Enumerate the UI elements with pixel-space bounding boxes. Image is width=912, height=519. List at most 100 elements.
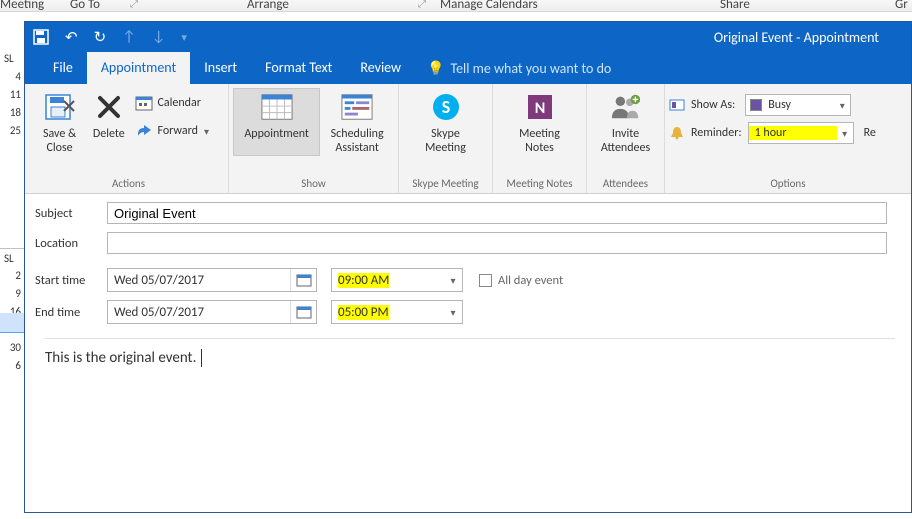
svg-text:S: S (441, 96, 450, 118)
chevron-down-icon: ▾ (202, 125, 209, 138)
group-show: Appointment Scheduling Assistant Show (229, 84, 399, 193)
chevron-down-icon: ▾ (834, 99, 850, 112)
bg-tab-gr[interactable]: Gr (895, 0, 908, 12)
strip-cell[interactable]: 25 (0, 122, 24, 140)
group-actions: Save & Close Delete Calendar (29, 84, 229, 193)
calendar-icon[interactable] (290, 301, 316, 323)
forward-icon (135, 122, 153, 140)
bg-tab-manage[interactable]: Manage Calendars (440, 0, 538, 12)
bg-tab-share[interactable]: Share (720, 0, 750, 12)
calendar-button[interactable]: Calendar (131, 90, 224, 116)
start-date-value: Wed 05/07/2017 (108, 273, 290, 288)
body-text: This is the original event. (45, 349, 196, 367)
lightbulb-icon: 💡 (427, 60, 444, 77)
delete-button[interactable]: Delete (86, 88, 131, 142)
calendar-icon (135, 94, 153, 112)
delete-icon (93, 91, 125, 123)
undo-icon[interactable]: ↶ (65, 28, 78, 47)
strip-cell[interactable]: 2 (0, 267, 24, 285)
calendar-icon[interactable] (290, 269, 316, 291)
appointment-form: Subject Location Start time Wed 05/07/20… (25, 194, 911, 367)
svg-text:N: N (534, 99, 545, 118)
ribbon: Save & Close Delete Calendar (25, 84, 911, 194)
location-input[interactable] (107, 232, 887, 254)
background-ribbon-strip: Meeting Go To ⤢ Arrange ⤢ Manage Calenda… (0, 0, 912, 12)
start-time-value: 09:00 AM (338, 273, 389, 288)
schedule-icon (341, 91, 373, 123)
show-as-value: Busy (762, 98, 834, 112)
busy-swatch-icon (750, 99, 762, 111)
people-add-icon (610, 91, 642, 123)
body-editor[interactable]: This is the original event. (45, 338, 895, 367)
appointment-button[interactable]: Appointment (233, 88, 320, 156)
chevron-down-icon: ▾ (444, 274, 462, 287)
show-as-dropdown[interactable]: Busy ▾ (745, 94, 851, 116)
skype-meeting-button[interactable]: S Skype Meeting (405, 88, 487, 156)
bg-expander-icon[interactable]: ⤢ (418, 0, 426, 10)
subject-label: Subject (35, 206, 107, 221)
strip-cell[interactable]: 30 (0, 339, 24, 357)
end-date-picker[interactable]: Wed 05/07/2017 (107, 300, 317, 324)
meeting-notes-button[interactable]: N Meeting Notes (499, 88, 581, 156)
up-arrow-icon: ↑ (122, 28, 136, 46)
group-caption: Show (233, 175, 394, 193)
tab-file[interactable]: File (39, 52, 87, 84)
window-title: Original Event - Appointment (187, 29, 903, 46)
appointment-window: ↶ ↻ ↑ ↓ ▾ Original Event - Appointment F… (24, 21, 912, 513)
group-caption: Actions (33, 175, 224, 193)
strip-cell[interactable]: 6 (0, 357, 24, 375)
end-date-value: Wed 05/07/2017 (108, 305, 290, 320)
left-calendar-strip: SL 4 11 18 25 SL 2 9 16 23 30 6 (0, 49, 24, 519)
title-bar: ↶ ↻ ↑ ↓ ▾ Original Event - Appointment (25, 22, 911, 52)
subject-input[interactable] (107, 202, 887, 224)
down-arrow-icon: ↓ (152, 28, 166, 46)
strip-cell[interactable]: 18 (0, 104, 24, 122)
show-as-label: Show As: (691, 98, 735, 112)
group-caption: Meeting Notes (497, 175, 582, 193)
start-time-picker[interactable]: 09:00 AM ▾ (331, 268, 463, 292)
group-attendees: Invite Attendees Attendees (587, 84, 665, 193)
group-skype: S Skype Meeting Skype Meeting (399, 84, 493, 193)
all-day-checkbox[interactable]: All day event (479, 273, 563, 288)
save-icon[interactable] (33, 29, 49, 45)
skype-icon: S (430, 91, 462, 123)
tab-insert[interactable]: Insert (190, 52, 251, 84)
end-time-label: End time (35, 305, 107, 320)
save-close-button[interactable]: Save & Close (33, 88, 86, 156)
checkbox-box-icon (479, 274, 492, 287)
chevron-down-icon: ▾ (837, 127, 853, 140)
bg-tab-meeting[interactable]: Meeting (0, 0, 44, 12)
bg-expander-icon[interactable]: ⤢ (130, 0, 138, 10)
strip-selection (0, 313, 24, 333)
calendar-grid-icon (261, 91, 293, 123)
invite-attendees-button[interactable]: Invite Attendees (591, 88, 660, 156)
reminder-label: Reminder: (691, 126, 742, 140)
end-time-value: 05:00 PM (338, 305, 389, 320)
reminder-dropdown[interactable]: 1 hour ▾ (748, 122, 854, 144)
strip-header: SL (0, 49, 24, 68)
tab-format-text[interactable]: Format Text (251, 52, 346, 84)
end-time-picker[interactable]: 05:00 PM ▾ (331, 300, 463, 324)
strip-cell[interactable]: 11 (0, 86, 24, 104)
text-caret (197, 349, 201, 367)
bg-tab-arrange[interactable]: Arrange (247, 0, 289, 12)
start-time-label: Start time (35, 273, 107, 288)
strip-cell[interactable]: 9 (0, 285, 24, 303)
tab-review[interactable]: Review (346, 52, 415, 84)
bg-tab-goto[interactable]: Go To (70, 0, 100, 12)
strip-header: SL (0, 248, 24, 267)
tab-appointment[interactable]: Appointment (87, 52, 190, 84)
redo-icon[interactable]: ↻ (94, 28, 107, 47)
strip-cell[interactable]: 4 (0, 68, 24, 86)
scheduling-assistant-button[interactable]: Scheduling Assistant (320, 88, 394, 156)
recurrence-label-partial[interactable]: Re (864, 126, 876, 140)
reminder-value: 1 hour (749, 126, 837, 140)
start-date-picker[interactable]: Wed 05/07/2017 (107, 268, 317, 292)
qat-customize-icon[interactable]: ▾ (181, 31, 187, 44)
chevron-down-icon: ▾ (444, 306, 462, 319)
forward-button[interactable]: Forward ▾ (131, 118, 224, 144)
tell-me-search[interactable]: 💡 Tell me what you want to do (415, 52, 623, 84)
group-notes: N Meeting Notes Meeting Notes (493, 84, 587, 193)
group-caption: Attendees (591, 175, 660, 193)
show-as-icon (669, 97, 685, 113)
